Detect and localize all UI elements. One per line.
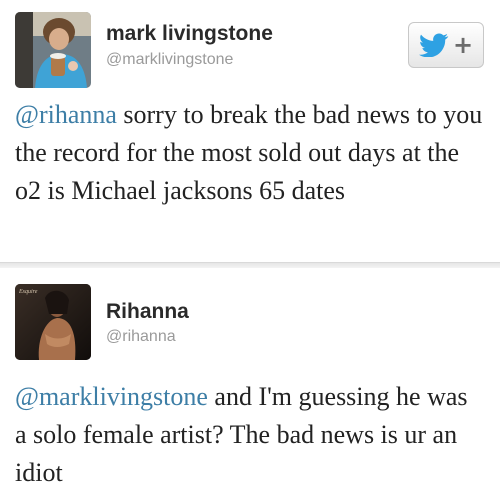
twitter-bird-icon — [418, 33, 449, 57]
user-name[interactable]: Rihanna — [106, 300, 189, 324]
tweet-card: mark livingstone @marklivingstone + @rih… — [0, 0, 500, 262]
tweet-text: @rihanna sorry to break the bad news to … — [15, 96, 485, 210]
user-name[interactable]: mark livingstone — [106, 22, 273, 46]
avatar[interactable]: Esquire — [15, 284, 91, 360]
mention-link[interactable]: @marklivingstone — [15, 382, 208, 411]
avatar-photo — [15, 12, 91, 88]
mention-link[interactable]: @rihanna — [15, 100, 117, 129]
follow-button[interactable]: + — [408, 22, 484, 68]
avatar[interactable] — [15, 12, 91, 88]
user-handle[interactable]: @rihanna — [106, 328, 176, 346]
user-handle[interactable]: @marklivingstone — [106, 51, 233, 69]
avatar-caption: Esquire — [18, 289, 38, 295]
tweet-text: @marklivingstone and I'm guessing he was… — [15, 378, 485, 492]
avatar-photo: Esquire — [15, 284, 91, 360]
follow-plus-label: + — [452, 31, 474, 59]
tweet-card: Esquire Rihanna @rihanna @marklivingston… — [0, 268, 500, 500]
